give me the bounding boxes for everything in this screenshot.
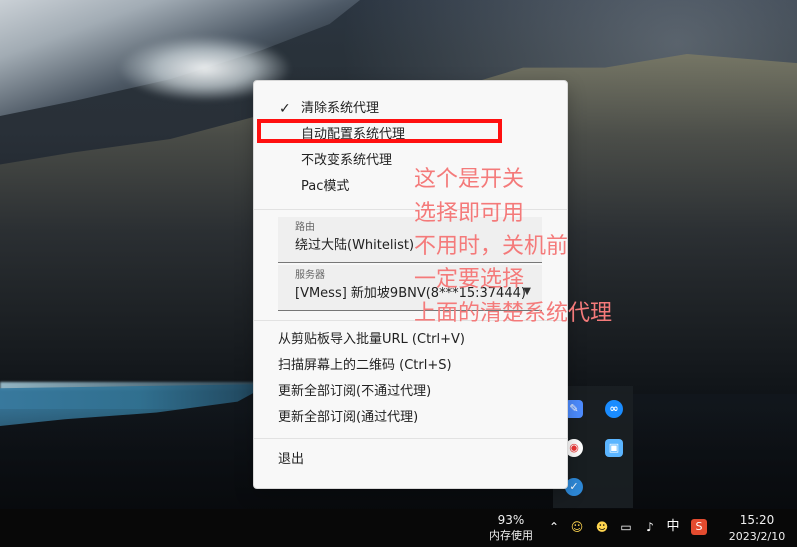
volume-muted-icon[interactable]: ♪ (642, 519, 658, 535)
menu-item-scan-qrcode[interactable]: 扫描屏幕上的二维码 (Ctrl+S) (254, 354, 567, 378)
clock-time: 15:20 (739, 513, 775, 527)
taskbar: 93% 内存使用 ⌃ ☺ ☻ ▭ ♪ 中 S 15:20 2023/2/10 (0, 509, 797, 547)
menu-item-label: 更新全部订阅(通过代理) (278, 410, 419, 425)
memory-percent: 93% (497, 513, 525, 527)
ime-indicator[interactable]: 中 (665, 519, 681, 535)
route-label: 路由 (295, 222, 315, 233)
qq-icon[interactable]: ☻ (594, 519, 610, 535)
memory-label: 内存使用 (489, 529, 533, 542)
menu-item-auto-system-proxy[interactable]: 自动配置系统代理 (254, 123, 567, 147)
menu-separator (254, 209, 567, 210)
remote-display-icon[interactable]: ▣ (605, 439, 623, 457)
sogou-input-icon[interactable]: S (691, 519, 707, 535)
clock-date: 2023/2/10 (728, 530, 786, 543)
network-icon[interactable]: ▭ (618, 519, 634, 535)
menu-item-label: 从剪贴板导入批量URL (Ctrl+V) (278, 332, 465, 347)
chevron-up-icon[interactable]: ⌃ (546, 519, 562, 535)
menu-item-pac-mode[interactable]: Pac模式 (254, 175, 567, 199)
cloud-sync-icon[interactable]: ∞ (605, 400, 623, 418)
qq-icon[interactable]: ☺ (569, 519, 585, 535)
route-selector[interactable]: 路由 绕过大陆(Whitelist) (278, 217, 542, 263)
menu-item-label: Pac模式 (301, 179, 350, 194)
server-value: [VMess] 新加坡9BNV(8***15:37444) (295, 286, 526, 301)
menu-item-keep-system-proxy[interactable]: 不改变系统代理 (254, 149, 567, 173)
chevron-down-icon[interactable]: ▼ (523, 286, 531, 298)
menu-item-clear-system-proxy[interactable]: ✓ 清除系统代理 (254, 97, 567, 121)
menu-item-label: 不改变系统代理 (301, 153, 393, 168)
menu-item-update-subscriptions-direct[interactable]: 更新全部订阅(不通过代理) (254, 380, 567, 404)
server-selector[interactable]: 服务器 [VMess] 新加坡9BNV(8***15:37444) ▼ (278, 265, 542, 311)
menu-item-label: 清除系统代理 (301, 101, 380, 116)
menu-separator (254, 320, 567, 321)
menu-item-label: 自动配置系统代理 (301, 127, 406, 142)
checkmark-icon: ✓ (279, 101, 291, 117)
v2ray-context-menu: ✓ 清除系统代理 自动配置系统代理 不改变系统代理 Pac模式 路由 绕过大陆(… (253, 80, 568, 489)
menu-item-label: 更新全部订阅(不通过代理) (278, 384, 432, 399)
menu-item-import-clipboard[interactable]: 从剪贴板导入批量URL (Ctrl+V) (254, 328, 567, 352)
menu-item-label: 退出 (278, 452, 305, 467)
memory-usage-widget[interactable]: 93% 内存使用 (482, 509, 540, 547)
menu-separator (254, 438, 567, 439)
menu-item-label: 扫描屏幕上的二维码 (Ctrl+S) (278, 358, 452, 373)
menu-item-update-subscriptions-proxy[interactable]: 更新全部订阅(通过代理) (254, 406, 567, 430)
desktop-background: ✎ ∞ ◉ ▣ ✓ ✓ 清除系统代理 自动配置系统代理 不改变系统代理 Pac模… (0, 0, 797, 547)
server-label: 服务器 (295, 270, 325, 281)
menu-item-exit[interactable]: 退出 (254, 448, 567, 472)
system-clock[interactable]: 15:20 2023/2/10 (722, 509, 792, 547)
route-value: 绕过大陆(Whitelist) (295, 238, 415, 253)
